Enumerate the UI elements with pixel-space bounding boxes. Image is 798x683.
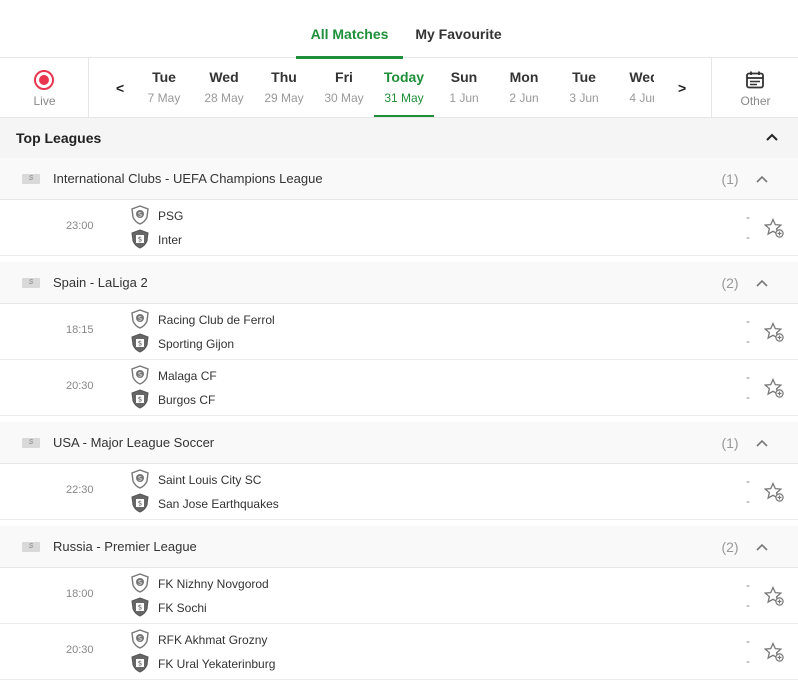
svg-text:S: S [138, 372, 142, 379]
home-score: - [746, 314, 750, 328]
home-score: - [746, 474, 750, 488]
svg-text:S: S [138, 316, 142, 323]
star-add-icon[interactable] [764, 482, 784, 502]
chevron-up-icon[interactable] [755, 276, 769, 290]
tab-all-matches[interactable]: All Matches [296, 0, 403, 59]
league-match-count: (1) [721, 171, 739, 187]
match-time: 18:00 [66, 588, 94, 600]
svg-text:S: S [138, 580, 142, 587]
date-item[interactable]: Fri 30 May [314, 58, 374, 117]
team-crest-icon: S [131, 309, 149, 329]
match-time: 22:30 [66, 484, 94, 496]
svg-text:$: $ [138, 236, 142, 244]
star-add-icon[interactable] [764, 642, 784, 662]
svg-text:$: $ [138, 396, 142, 404]
date-strip: Live < Tue 7 May Wed 28 May Thu 29 May Fri 3… [0, 58, 798, 118]
svg-text:S: S [138, 212, 142, 219]
svg-text:$: $ [138, 340, 142, 348]
league-name: International Clubs - UEFA Champions Lea… [53, 171, 323, 186]
match-time: 20:30 [66, 644, 94, 656]
team-crest-icon: S [131, 469, 149, 489]
league-name: Spain - LaLiga 2 [53, 275, 148, 290]
match-row[interactable]: 22:30 S Saint Louis City SC $ San Jose E… [0, 464, 798, 520]
home-score: - [746, 370, 750, 384]
team-crest-icon: $ [131, 333, 149, 353]
team-crest-icon: S [131, 205, 149, 225]
match-row[interactable]: 18:15 S Racing Club de Ferrol $ Sporting… [0, 304, 798, 360]
league-header[interactable]: S Spain - LaLiga 2 (2) [0, 262, 798, 304]
svg-text:$: $ [138, 500, 142, 508]
star-add-icon[interactable] [764, 218, 784, 238]
chevron-up-icon[interactable] [765, 130, 779, 144]
team-crest-icon: $ [131, 389, 149, 409]
svg-text:$: $ [138, 660, 142, 668]
league-match-count: (1) [721, 435, 739, 451]
tab-my-favourite[interactable]: My Favourite [408, 0, 509, 58]
flag-icon: S [22, 174, 40, 184]
prev-date-button[interactable]: < [116, 80, 124, 96]
away-score: - [746, 230, 750, 244]
date-item[interactable]: Wed 28 May [194, 58, 254, 117]
league-match-count: (2) [721, 539, 739, 555]
match-row[interactable]: 20:30 S Malaga CF $ Burgos CF - - [0, 360, 798, 416]
date-list: Tue 7 May Wed 28 May Thu 29 May Fri 30 May T… [134, 58, 654, 117]
section-title: Top Leagues [16, 130, 102, 146]
league-header[interactable]: S International Clubs - UEFA Champions L… [0, 158, 798, 200]
top-leagues-header[interactable]: Top Leagues [0, 118, 798, 158]
league-name: Russia - Premier League [53, 539, 197, 554]
match-time: 18:15 [66, 324, 94, 336]
star-add-icon[interactable] [764, 322, 784, 342]
away-score: - [746, 494, 750, 508]
match-tabs: All Matches My Favourite [0, 0, 798, 59]
match-row[interactable]: 18:00 S FK Nizhny Novgorod $ FK Sochi - … [0, 568, 798, 624]
match-row[interactable]: 20:30 S RFK Akhmat Grozny $ FK Ural Yeka… [0, 624, 798, 680]
league-header[interactable]: S Russia - Premier League (2) [0, 526, 798, 568]
live-button[interactable]: Live [0, 58, 89, 117]
svg-text:S: S [138, 476, 142, 483]
other-label: Other [740, 94, 771, 108]
home-score: - [746, 210, 750, 224]
home-score: - [746, 634, 750, 648]
date-item[interactable]: Wed4 Jun [614, 58, 654, 117]
date-item[interactable]: Tue 3 Jun [554, 58, 614, 117]
chevron-up-icon[interactable] [755, 436, 769, 450]
flag-icon: S [22, 542, 40, 552]
home-score: - [746, 578, 750, 592]
date-item[interactable]: Mon 2 Jun [494, 58, 554, 117]
date-item-today[interactable]: Today 31 May [374, 58, 434, 117]
chevron-up-icon[interactable] [755, 172, 769, 186]
match-time: 20:30 [66, 380, 94, 392]
team-crest-icon: $ [131, 493, 149, 513]
away-score: - [746, 654, 750, 668]
league-name: USA - Major League Soccer [53, 435, 215, 450]
away-score: - [746, 390, 750, 404]
live-record-icon [34, 70, 54, 90]
team-crest-icon: S [131, 365, 149, 385]
team-crest-icon: $ [131, 653, 149, 673]
svg-text:$: $ [138, 604, 142, 612]
match-row[interactable]: 23:00 S PSG $ Inter - - [0, 200, 798, 256]
next-date-button[interactable]: > [678, 80, 686, 96]
flag-icon: S [22, 278, 40, 288]
team-crest-icon: S [131, 629, 149, 649]
league-header[interactable]: S USA - Major League Soccer (1) [0, 422, 798, 464]
other-date-button[interactable]: Other [711, 58, 798, 117]
date-item[interactable]: Thu 29 May [254, 58, 314, 117]
date-item[interactable]: Tue 7 May [134, 58, 194, 117]
calendar-icon [746, 71, 764, 89]
star-add-icon[interactable] [764, 378, 784, 398]
star-add-icon[interactable] [764, 586, 784, 606]
away-score: - [746, 598, 750, 612]
away-score: - [746, 334, 750, 348]
team-crest-icon: $ [131, 229, 149, 249]
chevron-up-icon[interactable] [755, 540, 769, 554]
league-match-count: (2) [721, 275, 739, 291]
team-crest-icon: $ [131, 597, 149, 617]
svg-text:S: S [138, 636, 142, 643]
team-crest-icon: S [131, 573, 149, 593]
date-item[interactable]: Sun 1 Jun [434, 58, 494, 117]
match-time: 23:00 [66, 220, 94, 232]
live-label: Live [33, 94, 56, 108]
flag-icon: S [22, 438, 40, 448]
